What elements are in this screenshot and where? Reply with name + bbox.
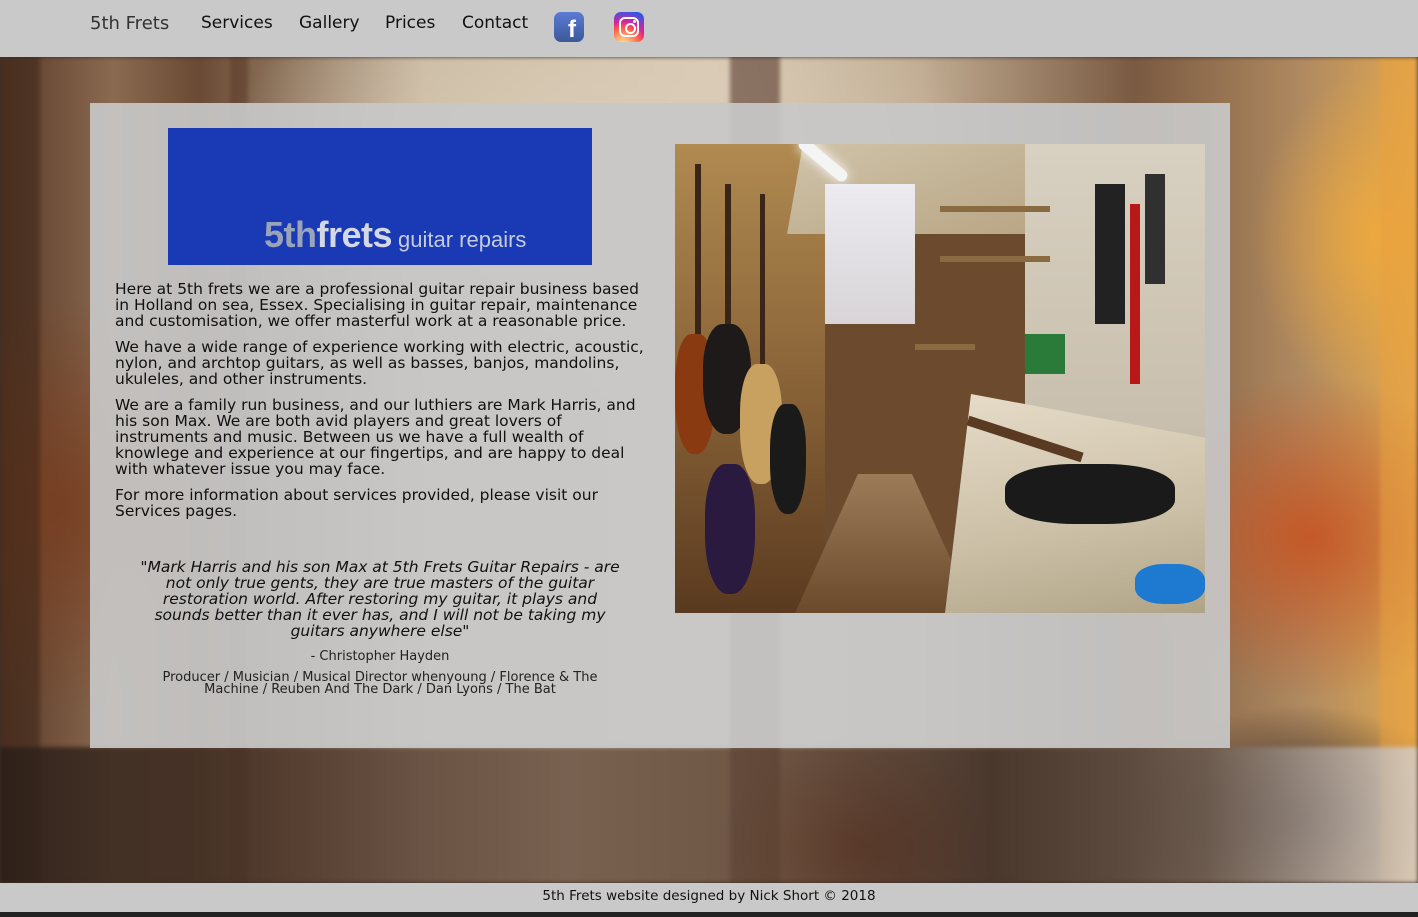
logo-text-tagline: guitar repairs — [398, 227, 527, 252]
instagram-icon[interactable] — [614, 12, 644, 42]
intro-paragraph: For more information about services prov… — [115, 486, 598, 520]
page-footer: 5th Frets website designed by Nick Short… — [0, 883, 1418, 912]
intro-paragraph: We are a family run business, and our lu… — [115, 396, 636, 478]
intro-paragraph: We have a wide range of experience worki… — [115, 338, 644, 388]
nav-gallery-link[interactable]: Gallery — [299, 13, 360, 35]
testimonial-credits: Producer / Musician / Musical Director w… — [162, 670, 598, 697]
testimonial-quote: "Mark Harris and his son Max at 5th Fret… — [140, 558, 620, 640]
facebook-icon[interactable]: f — [554, 12, 584, 43]
bottom-edge — [0, 912, 1418, 917]
top-navigation: 5th Frets Services Gallery Prices Contac… — [0, 0, 1418, 57]
workshop-photo — [675, 144, 1205, 613]
logo-text-5th: 5th — [264, 214, 317, 255]
nav-prices-link[interactable]: Prices — [385, 13, 435, 35]
nav-home-link[interactable]: 5th Frets — [90, 13, 169, 35]
intro-text: Here at 5th frets we are a professional … — [115, 281, 650, 529]
nav-contact-link[interactable]: Contact — [462, 13, 528, 35]
main-content-panel: 5thfrets guitar repairs Here at 5th frets… — [90, 103, 1230, 748]
business-logo: 5thfrets guitar repairs — [168, 128, 592, 265]
testimonial-author: - Christopher Hayden — [310, 649, 450, 664]
logo-text-frets: frets — [316, 214, 393, 255]
intro-paragraph: Here at 5th frets we are a professional … — [115, 280, 640, 330]
nav-services-link[interactable]: Services — [201, 13, 273, 35]
